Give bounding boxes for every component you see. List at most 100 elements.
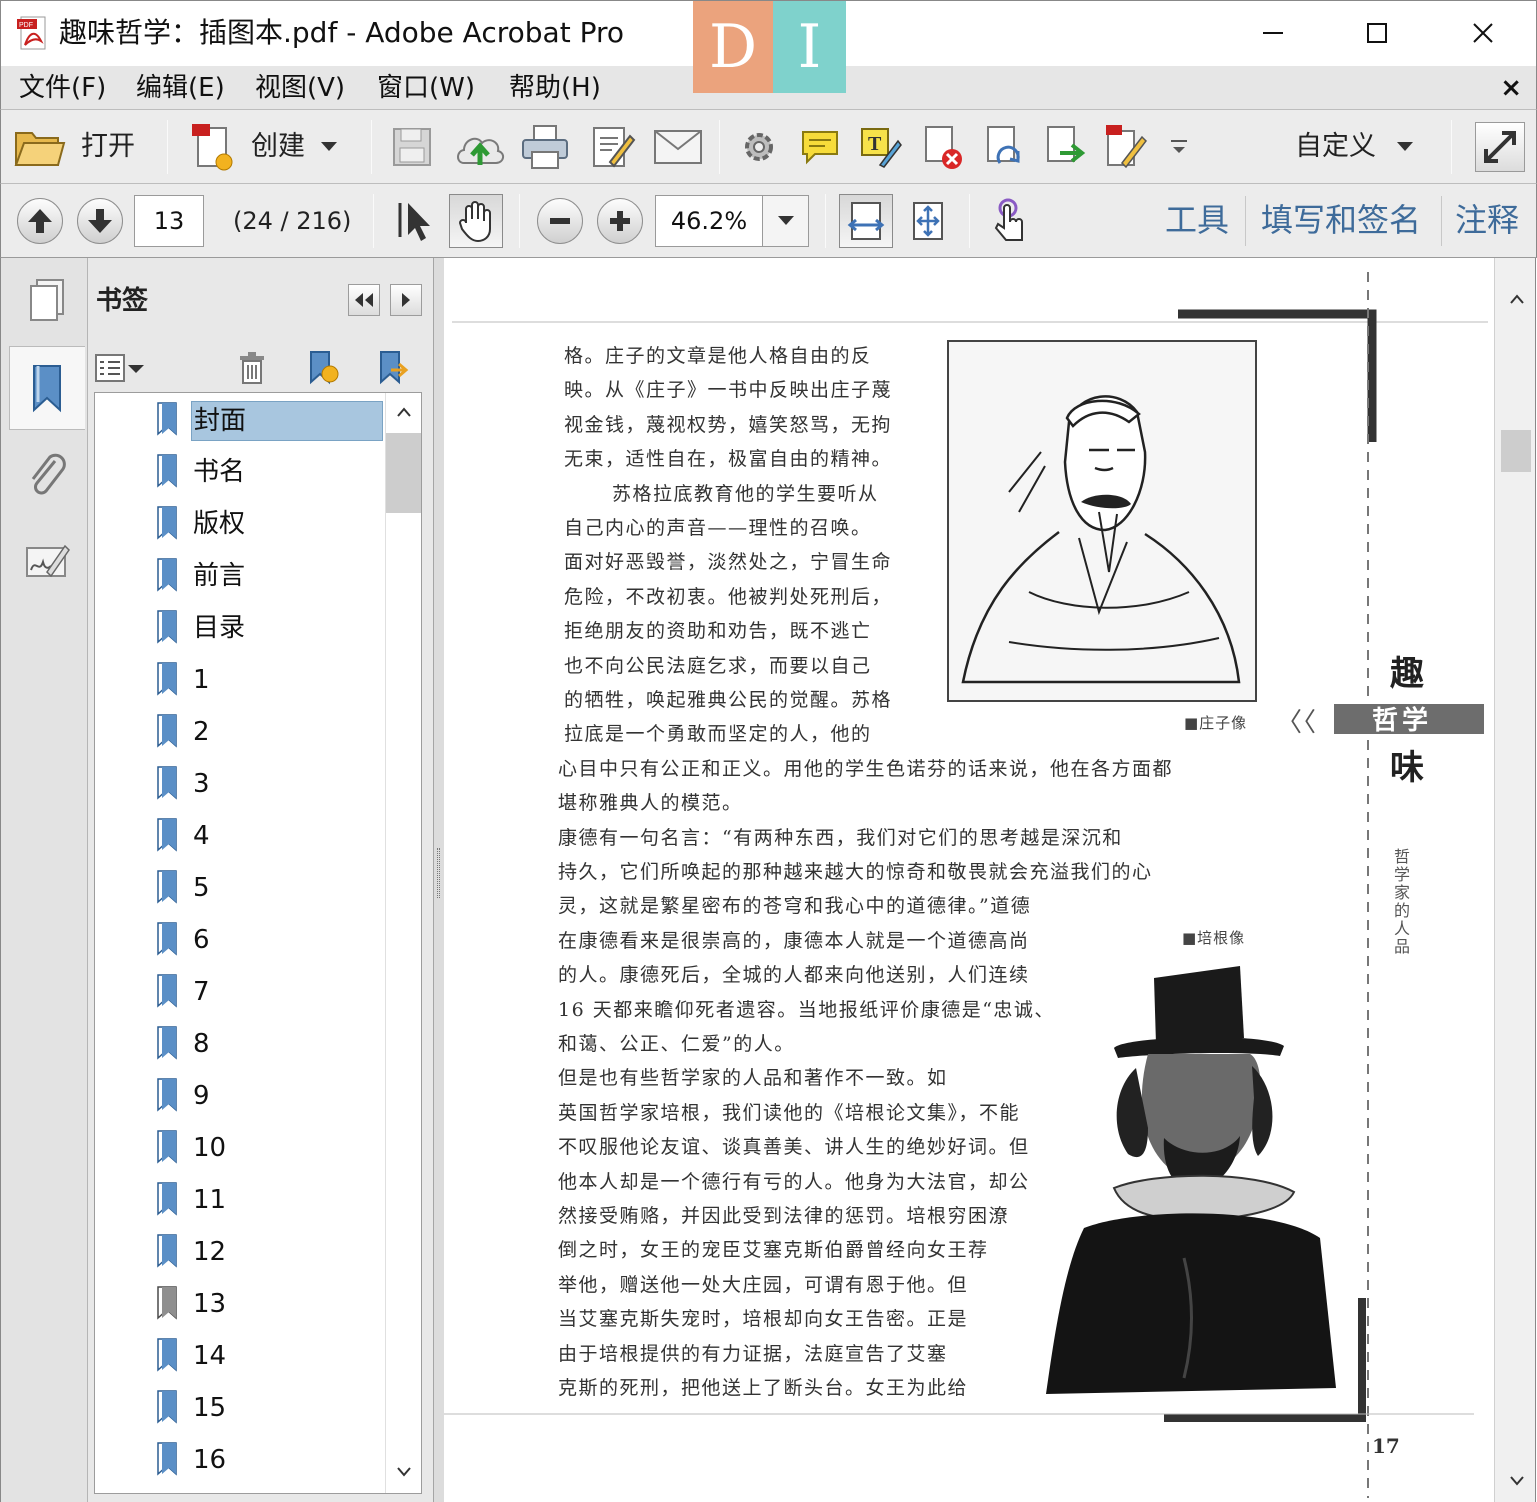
close-document-button[interactable]: × (1500, 74, 1522, 102)
menu-window[interactable]: 窗口(W) (377, 72, 475, 104)
bookmark-item[interactable]: 10 (95, 1123, 385, 1173)
document-view[interactable]: 格。庄子的文章是他人格自由的反 映。从《庄子》一书中反映出庄子蔑 视金钱，蔑视权势，… (444, 258, 1494, 1502)
settings-button[interactable] (737, 124, 781, 170)
add-comment-button[interactable] (797, 124, 843, 170)
fill-sign-pane-link[interactable]: 填写和签名 (1261, 200, 1421, 240)
bookmark-label[interactable]: 8 (191, 1025, 212, 1065)
bookmark-item[interactable]: 书名 (95, 447, 385, 497)
bookmark-label[interactable]: 7 (191, 973, 212, 1013)
bookmark-label[interactable]: 12 (191, 1233, 228, 1273)
bookmark-item[interactable]: 3 (95, 759, 385, 809)
menu-file[interactable]: 文件(F) (19, 72, 106, 104)
hand-tool-button[interactable] (449, 194, 503, 248)
bookmark-item[interactable]: 14 (95, 1331, 385, 1381)
print-button[interactable] (519, 122, 571, 172)
delete-bookmark-button[interactable] (232, 348, 272, 388)
bookmark-options-button[interactable] (94, 350, 146, 386)
zoom-value[interactable]: 46.2% (656, 196, 762, 246)
chevron-down-icon[interactable] (1395, 140, 1415, 154)
read-mode-button[interactable] (985, 194, 1035, 248)
chevron-down-icon[interactable] (319, 140, 339, 154)
bookmark-item[interactable]: 2 (95, 707, 385, 757)
bookmark-item[interactable]: 1 (95, 655, 385, 705)
full-screen-button[interactable] (1475, 122, 1525, 172)
bookmark-label[interactable]: 前言 (191, 557, 247, 597)
email-button[interactable] (651, 124, 705, 170)
text-edit-button[interactable]: T (857, 122, 903, 172)
bookmark-label[interactable]: 封面 (191, 401, 383, 441)
maximize-button[interactable] (1355, 13, 1399, 53)
bookmark-item[interactable]: 6 (95, 915, 385, 965)
bookmark-from-selection-button[interactable] (372, 348, 412, 388)
menu-edit[interactable]: 编辑(E) (136, 72, 225, 104)
bookmark-item[interactable]: 12 (95, 1227, 385, 1277)
bookmark-item[interactable]: 版权 (95, 499, 385, 549)
bookmark-item[interactable]: 前言 (95, 551, 385, 601)
close-window-button[interactable] (1461, 13, 1505, 53)
panel-splitter[interactable] (434, 258, 444, 1502)
delete-page-button[interactable] (919, 122, 967, 172)
bookmark-label[interactable]: 5 (191, 869, 212, 909)
tools-pane-link[interactable]: 工具 (1165, 200, 1229, 240)
menu-help[interactable]: 帮助(H) (509, 72, 601, 104)
create-button[interactable] (187, 122, 237, 172)
attachments-button[interactable] (9, 432, 85, 516)
scroll-down-arrow[interactable] (386, 1455, 421, 1489)
bookmark-label[interactable]: 16 (191, 1441, 228, 1481)
new-bookmark-button[interactable] (302, 348, 342, 388)
bookmark-label[interactable]: 版权 (191, 505, 247, 545)
fit-width-button[interactable] (839, 194, 893, 248)
collapse-panel-button[interactable] (348, 284, 380, 316)
bookmarks-scrollbar[interactable] (385, 393, 421, 1493)
bookmark-item[interactable]: 目录 (95, 603, 385, 653)
select-tool-button[interactable] (391, 196, 437, 246)
edit-document-button[interactable] (589, 122, 637, 172)
bookmark-item[interactable]: 9 (95, 1071, 385, 1121)
bookmark-label[interactable]: 13 (191, 1285, 228, 1325)
bookmark-item[interactable]: 13 (95, 1279, 385, 1329)
fit-page-button[interactable] (903, 194, 953, 248)
open-button[interactable] (13, 124, 67, 170)
scroll-up-arrow[interactable] (386, 395, 421, 429)
bookmark-item[interactable]: 5 (95, 863, 385, 913)
bookmark-label[interactable]: 10 (191, 1129, 228, 1169)
bookmark-item[interactable]: 15 (95, 1383, 385, 1433)
bookmarks-button[interactable] (9, 346, 85, 430)
bookmark-label[interactable]: 11 (191, 1181, 228, 1221)
zoom-dropdown-button[interactable] (762, 196, 808, 246)
bookmark-item[interactable]: 7 (95, 967, 385, 1017)
scroll-thumb[interactable] (386, 433, 421, 513)
previous-page-button[interactable] (17, 198, 63, 244)
upload-cloud-button[interactable] (453, 122, 507, 172)
rotate-page-button[interactable] (981, 122, 1029, 172)
next-page-button[interactable] (77, 198, 123, 244)
bookmark-label[interactable]: 9 (191, 1077, 212, 1117)
customize-label[interactable]: 自定义 (1295, 130, 1376, 164)
signatures-button[interactable] (9, 520, 85, 604)
save-button[interactable] (389, 124, 435, 170)
scroll-thumb[interactable] (1501, 430, 1531, 472)
page-number-input[interactable]: 13 (134, 195, 204, 247)
bookmark-label[interactable]: 书名 (191, 453, 247, 493)
bookmark-item[interactable]: 4 (95, 811, 385, 861)
toolbar-overflow-icon[interactable] (1169, 138, 1189, 158)
bookmark-label[interactable]: 14 (191, 1337, 228, 1377)
bookmark-item[interactable]: 封面 (95, 395, 385, 445)
expand-panel-button[interactable] (390, 284, 422, 316)
comment-pane-link[interactable]: 注释 (1455, 200, 1519, 240)
zoom-in-button[interactable] (597, 198, 643, 244)
create-label[interactable]: 创建 (251, 130, 305, 164)
scroll-down-arrow[interactable] (1499, 1464, 1534, 1498)
bookmark-label[interactable]: 目录 (191, 609, 247, 649)
bookmark-label[interactable]: 4 (191, 817, 212, 857)
bookmark-item[interactable]: 16 (95, 1435, 385, 1485)
zoom-out-button[interactable] (537, 198, 583, 244)
bookmark-label[interactable]: 6 (191, 921, 212, 961)
extract-page-button[interactable] (1041, 122, 1089, 172)
page-thumbnails-button[interactable] (9, 258, 85, 342)
bookmark-item[interactable]: 8 (95, 1019, 385, 1069)
zoom-select[interactable]: 46.2% (655, 195, 809, 247)
sign-document-button[interactable] (1101, 122, 1149, 172)
menu-view[interactable]: 视图(V) (255, 72, 345, 104)
minimize-button[interactable] (1251, 13, 1295, 53)
